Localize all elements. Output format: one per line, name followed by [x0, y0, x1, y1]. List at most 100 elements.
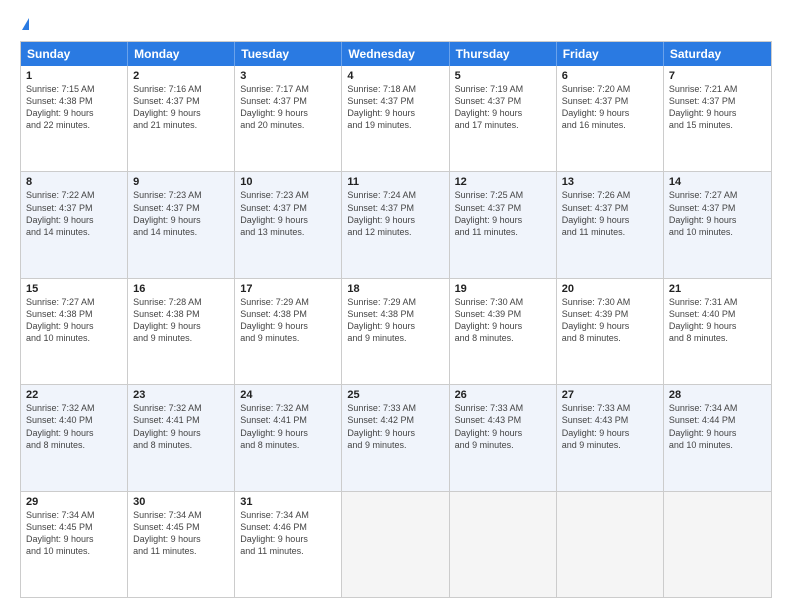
cell-line: Daylight: 9 hours	[133, 107, 229, 119]
cell-line: and 20 minutes.	[240, 119, 336, 131]
cell-line: Daylight: 9 hours	[669, 214, 766, 226]
calendar-row-0: 1Sunrise: 7:15 AMSunset: 4:38 PMDaylight…	[21, 66, 771, 171]
calendar-row-3: 22Sunrise: 7:32 AMSunset: 4:40 PMDayligh…	[21, 384, 771, 490]
day-number: 31	[240, 496, 336, 508]
day-cell-2: 2Sunrise: 7:16 AMSunset: 4:37 PMDaylight…	[128, 66, 235, 171]
cell-line: Sunset: 4:42 PM	[347, 414, 443, 426]
day-cell-15: 15Sunrise: 7:27 AMSunset: 4:38 PMDayligh…	[21, 279, 128, 384]
cell-line: and 8 minutes.	[26, 439, 122, 451]
cell-line: and 11 minutes.	[133, 545, 229, 557]
cell-line: Sunset: 4:40 PM	[26, 414, 122, 426]
day-number: 26	[455, 389, 551, 401]
day-number: 29	[26, 496, 122, 508]
cell-line: Sunset: 4:37 PM	[133, 95, 229, 107]
cell-line: Daylight: 9 hours	[26, 320, 122, 332]
cell-line: Sunset: 4:45 PM	[26, 521, 122, 533]
cell-line: Daylight: 9 hours	[455, 427, 551, 439]
day-cell-27: 27Sunrise: 7:33 AMSunset: 4:43 PMDayligh…	[557, 385, 664, 490]
cell-line: Sunset: 4:39 PM	[455, 308, 551, 320]
day-cell-29: 29Sunrise: 7:34 AMSunset: 4:45 PMDayligh…	[21, 492, 128, 597]
cell-line: Sunrise: 7:34 AM	[133, 509, 229, 521]
day-cell-12: 12Sunrise: 7:25 AMSunset: 4:37 PMDayligh…	[450, 172, 557, 277]
cell-line: Sunset: 4:38 PM	[133, 308, 229, 320]
day-cell-11: 11Sunrise: 7:24 AMSunset: 4:37 PMDayligh…	[342, 172, 449, 277]
page: SundayMondayTuesdayWednesdayThursdayFrid…	[0, 0, 792, 612]
empty-cell	[664, 492, 771, 597]
cell-line: Sunset: 4:37 PM	[240, 95, 336, 107]
cell-line: Sunset: 4:38 PM	[240, 308, 336, 320]
day-cell-16: 16Sunrise: 7:28 AMSunset: 4:38 PMDayligh…	[128, 279, 235, 384]
day-number: 15	[26, 283, 122, 295]
cell-line: Sunrise: 7:15 AM	[26, 83, 122, 95]
cell-line: Sunset: 4:38 PM	[347, 308, 443, 320]
cell-line: Daylight: 9 hours	[26, 427, 122, 439]
empty-cell	[342, 492, 449, 597]
day-header-sunday: Sunday	[21, 42, 128, 66]
cell-line: Sunrise: 7:16 AM	[133, 83, 229, 95]
day-number: 17	[240, 283, 336, 295]
cell-line: and 9 minutes.	[562, 439, 658, 451]
day-cell-1: 1Sunrise: 7:15 AMSunset: 4:38 PMDaylight…	[21, 66, 128, 171]
cell-line: Sunset: 4:38 PM	[26, 95, 122, 107]
day-cell-17: 17Sunrise: 7:29 AMSunset: 4:38 PMDayligh…	[235, 279, 342, 384]
cell-line: Sunrise: 7:33 AM	[562, 402, 658, 414]
cell-line: Sunset: 4:37 PM	[26, 202, 122, 214]
day-cell-21: 21Sunrise: 7:31 AMSunset: 4:40 PMDayligh…	[664, 279, 771, 384]
day-cell-30: 30Sunrise: 7:34 AMSunset: 4:45 PMDayligh…	[128, 492, 235, 597]
day-cell-7: 7Sunrise: 7:21 AMSunset: 4:37 PMDaylight…	[664, 66, 771, 171]
cell-line: Sunrise: 7:34 AM	[26, 509, 122, 521]
day-number: 7	[669, 70, 766, 82]
calendar-row-4: 29Sunrise: 7:34 AMSunset: 4:45 PMDayligh…	[21, 491, 771, 597]
cell-line: Sunset: 4:37 PM	[455, 95, 551, 107]
cell-line: Sunrise: 7:24 AM	[347, 189, 443, 201]
day-cell-3: 3Sunrise: 7:17 AMSunset: 4:37 PMDaylight…	[235, 66, 342, 171]
day-cell-5: 5Sunrise: 7:19 AMSunset: 4:37 PMDaylight…	[450, 66, 557, 171]
cell-line: and 10 minutes.	[26, 332, 122, 344]
day-number: 5	[455, 70, 551, 82]
cell-line: Daylight: 9 hours	[347, 214, 443, 226]
cell-line: and 15 minutes.	[669, 119, 766, 131]
cell-line: Daylight: 9 hours	[240, 533, 336, 545]
cell-line: Daylight: 9 hours	[562, 427, 658, 439]
day-number: 12	[455, 176, 551, 188]
cell-line: Sunset: 4:45 PM	[133, 521, 229, 533]
cell-line: Sunset: 4:37 PM	[347, 95, 443, 107]
cell-line: Sunset: 4:43 PM	[455, 414, 551, 426]
cell-line: and 8 minutes.	[455, 332, 551, 344]
cell-line: Daylight: 9 hours	[562, 320, 658, 332]
cell-line: Daylight: 9 hours	[240, 214, 336, 226]
day-cell-28: 28Sunrise: 7:34 AMSunset: 4:44 PMDayligh…	[664, 385, 771, 490]
cell-line: Daylight: 9 hours	[133, 533, 229, 545]
cell-line: Sunset: 4:40 PM	[669, 308, 766, 320]
logo-icon	[22, 18, 29, 30]
cell-line: Sunset: 4:39 PM	[562, 308, 658, 320]
cell-line: Sunset: 4:37 PM	[240, 202, 336, 214]
cell-line: Sunrise: 7:23 AM	[240, 189, 336, 201]
cell-line: Sunrise: 7:17 AM	[240, 83, 336, 95]
day-cell-31: 31Sunrise: 7:34 AMSunset: 4:46 PMDayligh…	[235, 492, 342, 597]
day-cell-23: 23Sunrise: 7:32 AMSunset: 4:41 PMDayligh…	[128, 385, 235, 490]
cell-line: Daylight: 9 hours	[347, 107, 443, 119]
day-number: 21	[669, 283, 766, 295]
cell-line: and 9 minutes.	[455, 439, 551, 451]
day-number: 25	[347, 389, 443, 401]
cell-line: Daylight: 9 hours	[26, 214, 122, 226]
calendar: SundayMondayTuesdayWednesdayThursdayFrid…	[20, 41, 772, 598]
cell-line: Daylight: 9 hours	[669, 427, 766, 439]
cell-line: Sunset: 4:37 PM	[669, 95, 766, 107]
cell-line: and 8 minutes.	[240, 439, 336, 451]
day-number: 8	[26, 176, 122, 188]
day-number: 4	[347, 70, 443, 82]
day-number: 24	[240, 389, 336, 401]
cell-line: and 22 minutes.	[26, 119, 122, 131]
cell-line: Daylight: 9 hours	[455, 214, 551, 226]
header	[20, 18, 772, 31]
cell-line: Daylight: 9 hours	[240, 427, 336, 439]
cell-line: and 19 minutes.	[347, 119, 443, 131]
day-header-wednesday: Wednesday	[342, 42, 449, 66]
day-cell-14: 14Sunrise: 7:27 AMSunset: 4:37 PMDayligh…	[664, 172, 771, 277]
cell-line: Sunset: 4:37 PM	[347, 202, 443, 214]
day-cell-26: 26Sunrise: 7:33 AMSunset: 4:43 PMDayligh…	[450, 385, 557, 490]
cell-line: and 21 minutes.	[133, 119, 229, 131]
cell-line: and 14 minutes.	[26, 226, 122, 238]
